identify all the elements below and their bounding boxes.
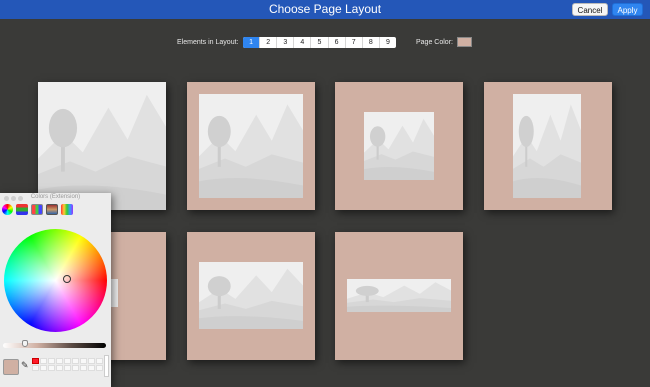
color-mode-toolbar bbox=[2, 204, 73, 216]
count-option-9[interactable]: 9 bbox=[380, 37, 396, 48]
count-option-8[interactable]: 8 bbox=[363, 37, 380, 48]
count-option-5[interactable]: 5 bbox=[311, 37, 329, 48]
saved-swatch[interactable] bbox=[88, 358, 95, 364]
layout-card-portrait-inset[interactable] bbox=[484, 82, 612, 210]
cancel-button[interactable]: Cancel bbox=[572, 3, 608, 16]
color-sliders-icon[interactable] bbox=[16, 204, 28, 215]
color-wheel[interactable] bbox=[4, 229, 107, 332]
count-option-2[interactable]: 2 bbox=[260, 37, 278, 48]
layout-card-landscape-inset[interactable] bbox=[187, 232, 315, 360]
count-option-3[interactable]: 3 bbox=[277, 37, 295, 48]
layout-card-large-inset[interactable] bbox=[187, 82, 315, 210]
title-bar: Choose Page Layout Cancel Apply bbox=[0, 0, 650, 19]
image-placeholder-icon bbox=[38, 82, 166, 210]
saved-swatch[interactable] bbox=[80, 365, 87, 371]
saved-swatch[interactable] bbox=[72, 365, 79, 371]
brightness-slider-thumb[interactable] bbox=[22, 340, 28, 347]
saved-swatch[interactable] bbox=[48, 358, 55, 364]
page-color-label: Page Color: bbox=[416, 39, 453, 46]
image-placeholder-icon bbox=[199, 94, 303, 198]
image-placeholder-icon bbox=[347, 279, 451, 312]
dialog-title: Choose Page Layout bbox=[268, 2, 382, 16]
swatches-scrollbar[interactable] bbox=[104, 355, 109, 377]
image-placeholder-icon bbox=[199, 262, 303, 329]
colors-panel-title: Colors (Extension) bbox=[30, 194, 81, 200]
count-option-4[interactable]: 4 bbox=[294, 37, 312, 48]
elements-in-layout-label: Elements in Layout: bbox=[177, 39, 239, 46]
layout-card-full-bleed[interactable] bbox=[38, 82, 166, 210]
saved-swatch[interactable] bbox=[96, 365, 103, 371]
brightness-slider[interactable] bbox=[3, 343, 106, 348]
saved-swatch[interactable] bbox=[64, 365, 71, 371]
layout-card-panoramic-strip[interactable] bbox=[335, 232, 463, 360]
image-placeholder-icon bbox=[364, 112, 434, 180]
saved-swatch[interactable] bbox=[40, 358, 47, 364]
saved-swatch[interactable] bbox=[56, 365, 63, 371]
page-color-swatch[interactable] bbox=[457, 37, 472, 47]
element-count-selector[interactable]: 1 2 3 4 5 6 7 8 9 bbox=[243, 37, 396, 48]
layout-card-small-centered[interactable] bbox=[335, 82, 463, 210]
saved-swatch[interactable] bbox=[80, 358, 87, 364]
color-crosshair-icon[interactable] bbox=[63, 275, 71, 283]
eyedropper-icon[interactable]: ✎ bbox=[21, 360, 29, 371]
image-palettes-icon[interactable] bbox=[46, 204, 58, 215]
image-placeholder-icon bbox=[513, 94, 581, 198]
saved-swatch[interactable] bbox=[64, 358, 71, 364]
saved-swatch[interactable] bbox=[32, 358, 39, 364]
saved-swatch[interactable] bbox=[72, 358, 79, 364]
count-option-7[interactable]: 7 bbox=[346, 37, 363, 48]
crayons-icon[interactable] bbox=[61, 204, 73, 215]
saved-swatch[interactable] bbox=[48, 365, 55, 371]
saved-swatch[interactable] bbox=[40, 365, 47, 371]
saved-swatch[interactable] bbox=[32, 365, 39, 371]
count-option-1[interactable]: 1 bbox=[243, 37, 261, 48]
saved-swatches-grid[interactable] bbox=[32, 358, 103, 371]
apply-button[interactable]: Apply bbox=[612, 3, 643, 16]
saved-swatch[interactable] bbox=[56, 358, 63, 364]
saved-swatch[interactable] bbox=[88, 365, 95, 371]
count-option-6[interactable]: 6 bbox=[329, 37, 346, 48]
colors-panel: Colors (Extension) ✎ bbox=[0, 193, 111, 387]
color-palettes-icon[interactable] bbox=[31, 204, 43, 215]
current-color-swatch[interactable] bbox=[3, 359, 19, 375]
color-wheel-icon[interactable] bbox=[2, 204, 13, 215]
saved-swatch[interactable] bbox=[96, 358, 103, 364]
